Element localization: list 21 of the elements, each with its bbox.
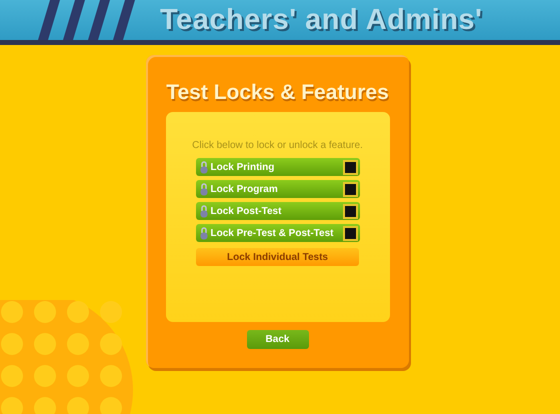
header-title: Teachers' and Admins' — [160, 4, 482, 36]
instruction-text: Click below to lock or unlock a feature. — [192, 140, 363, 151]
lock-individual-tests-button[interactable]: Lock Individual Tests — [196, 248, 359, 266]
lock-option-row[interactable]: Lock Pre-Test & Post-Test — [196, 224, 360, 242]
lock-option-label: Lock Program — [210, 184, 279, 194]
panel-title: Test Locks & Features — [166, 81, 389, 105]
padlock-icon — [200, 182, 208, 196]
checkbox[interactable] — [342, 160, 358, 174]
padlock-icon — [200, 226, 208, 240]
checkbox[interactable] — [342, 204, 358, 218]
lock-option-row[interactable]: Lock Post-Test — [196, 202, 360, 220]
checkbox[interactable] — [342, 182, 358, 196]
lock-option-row[interactable]: Lock Printing — [196, 158, 360, 176]
back-button[interactable]: Back — [246, 330, 308, 349]
padlock-icon — [200, 160, 208, 174]
padlock-icon — [200, 204, 208, 218]
lock-option-label: Lock Post-Test — [210, 206, 282, 216]
lock-option-row[interactable]: Lock Program — [196, 180, 360, 198]
lock-option-label: Lock Printing — [210, 162, 276, 172]
checkbox[interactable] — [342, 226, 358, 240]
lock-option-label: Lock Pre-Test & Post-Test — [210, 228, 334, 238]
